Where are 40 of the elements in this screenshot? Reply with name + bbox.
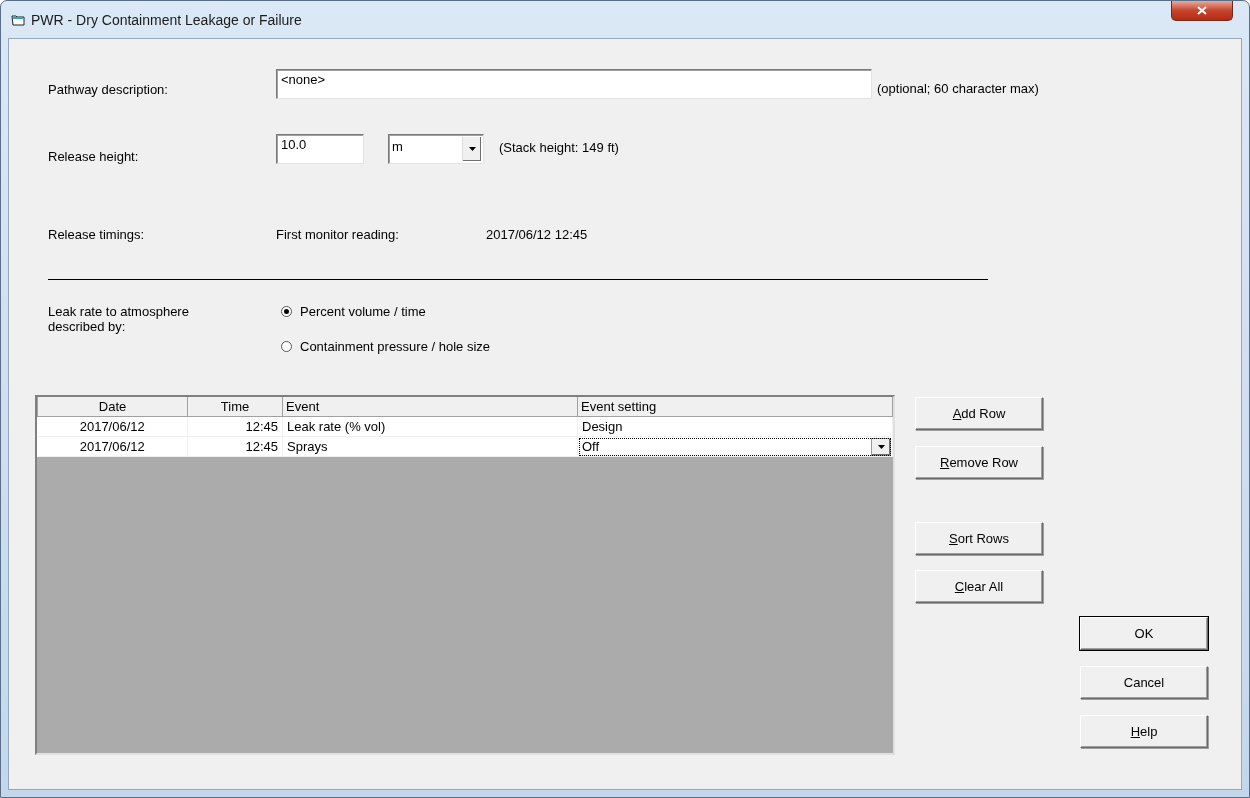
field-label: Pathway description: bbox=[48, 80, 169, 97]
timestamp-text: 2017/06/12 12:45 bbox=[486, 227, 588, 242]
stack-height-text: (Stack height: 149 ft) bbox=[499, 139, 619, 155]
event-setting-dropdown[interactable]: Off bbox=[579, 437, 891, 456]
column-header[interactable]: Time bbox=[187, 397, 283, 417]
table-cell: Leak rate (% vol) bbox=[282, 416, 578, 437]
table-button[interactable]: Clear All bbox=[915, 570, 1043, 603]
radio-option[interactable]: Percent volume / time bbox=[281, 304, 426, 319]
column-header[interactable]: Date bbox=[37, 397, 188, 417]
table-cell: 12:45 bbox=[187, 436, 283, 457]
release-height-field[interactable]: 10.0 bbox=[276, 134, 364, 164]
dropdown-arrow-icon bbox=[468, 147, 476, 151]
close-icon bbox=[1197, 6, 1207, 15]
table-button[interactable]: Remove Row bbox=[915, 446, 1043, 479]
dialog-button[interactable]: Help bbox=[1080, 715, 1208, 748]
dropdown-arrow-icon bbox=[877, 444, 885, 449]
pathway-description-field[interactable]: <none> bbox=[276, 69, 872, 99]
table-button[interactable]: Add Row bbox=[915, 397, 1043, 430]
field-label: Release height: bbox=[48, 147, 140, 164]
field-label: Release timings: bbox=[48, 227, 146, 242]
dialog-button[interactable]: OK bbox=[1080, 617, 1208, 650]
hint-text: (optional; 60 character max) bbox=[877, 79, 1039, 96]
table-cell: 12:45 bbox=[187, 416, 283, 437]
table-cell: 2017/06/12 bbox=[37, 416, 188, 437]
column-header[interactable]: Event bbox=[282, 397, 578, 417]
radio-icon[interactable] bbox=[281, 341, 292, 352]
dialog-button[interactable]: Cancel bbox=[1080, 666, 1208, 699]
table-cell: Sprays bbox=[282, 436, 578, 457]
table-button[interactable]: Sort Rows bbox=[915, 522, 1043, 555]
unit-dropdown[interactable]: m bbox=[388, 134, 484, 164]
radio-option[interactable]: Containment pressure / hole size bbox=[281, 339, 491, 354]
field-label: First monitor reading: bbox=[276, 227, 400, 242]
field-label: Leak rate to atmosphere described by: bbox=[48, 304, 190, 334]
table-cell: Design bbox=[577, 416, 893, 437]
close-button[interactable] bbox=[1171, 1, 1233, 21]
window-icon bbox=[11, 13, 25, 26]
radio-icon[interactable] bbox=[281, 306, 292, 317]
window-title: PWR - Dry Containment Leakage or Failure bbox=[31, 11, 302, 28]
column-header[interactable]: Event setting bbox=[577, 397, 893, 417]
table-cell: 2017/06/12 bbox=[37, 436, 188, 457]
